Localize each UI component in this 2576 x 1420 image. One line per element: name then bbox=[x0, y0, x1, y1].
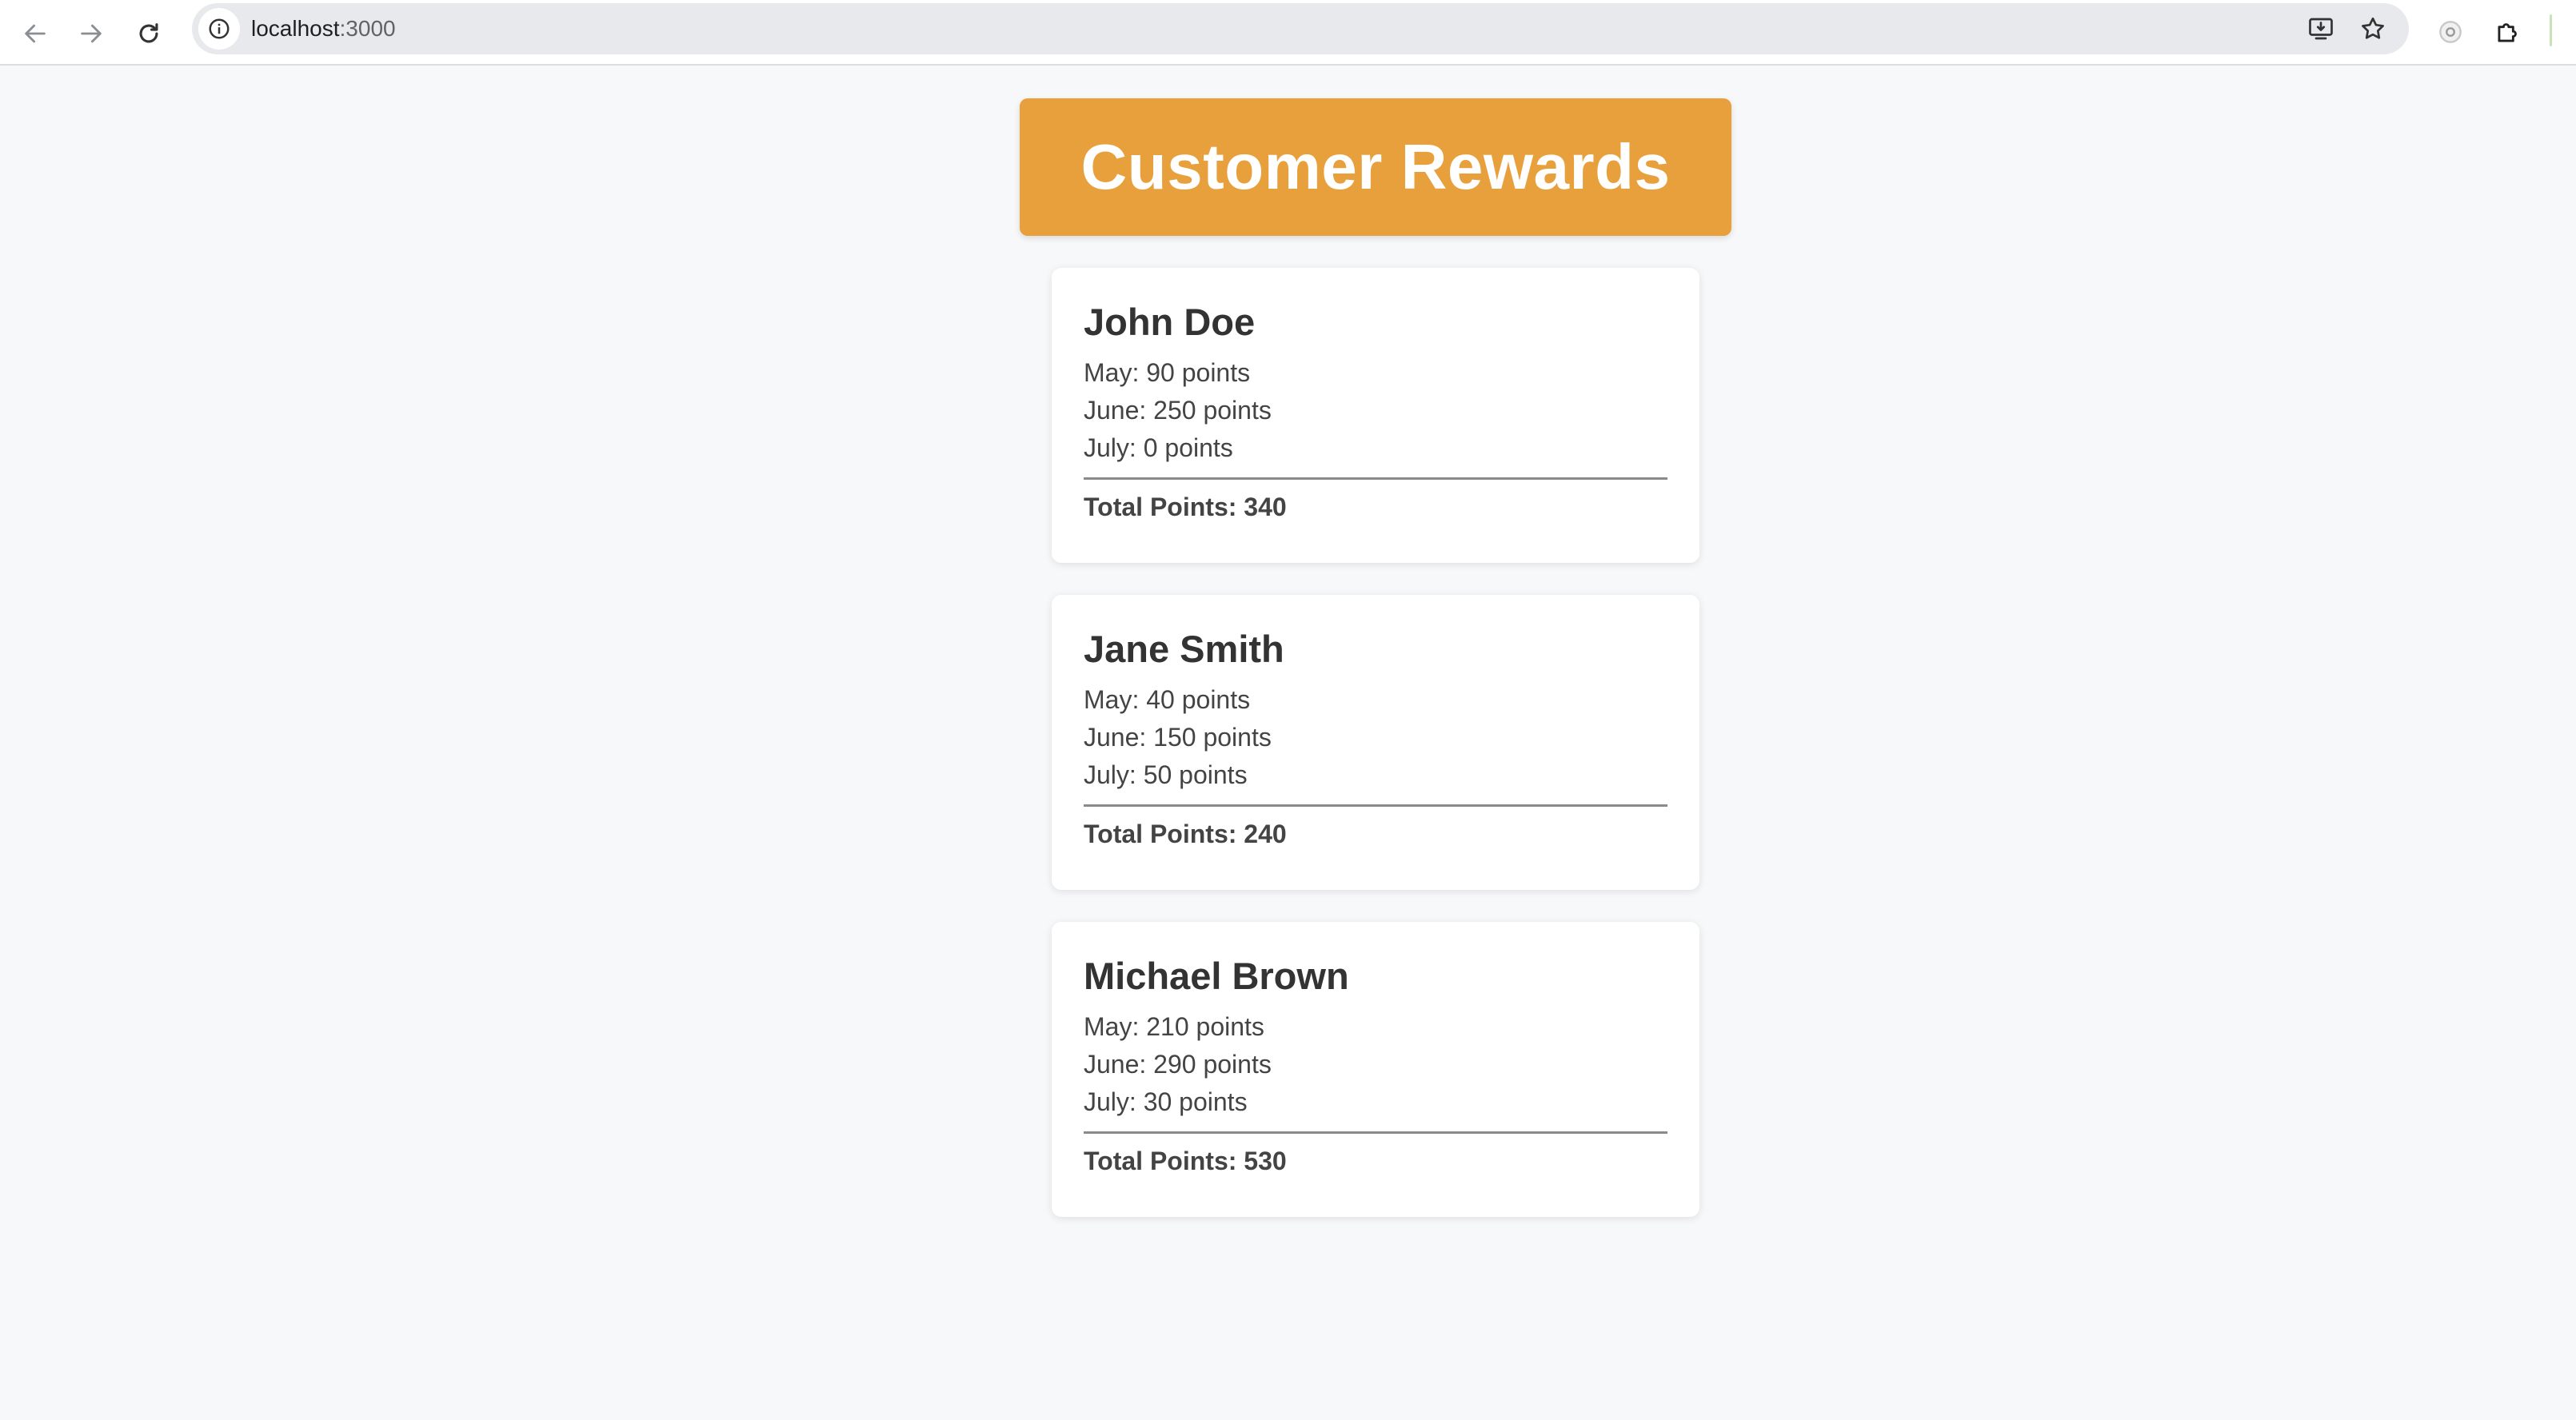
card-divider bbox=[1084, 804, 1667, 807]
star-icon bbox=[2362, 17, 2384, 39]
total-points: Total Points: 340 bbox=[1084, 493, 1287, 521]
customer-name: Michael Brown bbox=[1084, 955, 1349, 997]
forward-button[interactable] bbox=[66, 8, 117, 59]
arrow-left-icon bbox=[25, 24, 46, 43]
reload-button[interactable] bbox=[123, 8, 174, 59]
install-app-icon bbox=[2309, 18, 2333, 40]
month-points: July: 0 points bbox=[1084, 433, 1233, 462]
address-bar[interactable]: localhost:3000 bbox=[192, 3, 2409, 54]
month-points: May: 40 points bbox=[1084, 685, 1251, 714]
total-points: Total Points: 530 bbox=[1084, 1147, 1287, 1175]
month-points: June: 250 points bbox=[1084, 396, 1272, 425]
site-info-button[interactable] bbox=[198, 8, 240, 50]
header-banner: Customer Rewards bbox=[1020, 98, 1731, 236]
total-points: Total Points: 240 bbox=[1084, 820, 1287, 848]
month-points: May: 210 points bbox=[1084, 1012, 1264, 1041]
puzzle-icon bbox=[2498, 23, 2517, 42]
customer-name: John Doe bbox=[1084, 301, 1256, 343]
card-divider bbox=[1084, 477, 1667, 480]
customer-card: John Doe May: 90 points June: 250 points… bbox=[1052, 268, 1699, 563]
url-host: localhost bbox=[251, 16, 340, 41]
month-points: June: 150 points bbox=[1084, 723, 1272, 752]
toolbar-divider bbox=[2550, 14, 2552, 46]
back-button[interactable] bbox=[10, 8, 61, 59]
arrow-right-icon bbox=[81, 24, 102, 43]
customer-name: Jane Smith bbox=[1084, 628, 1284, 670]
url-port: :3000 bbox=[339, 16, 396, 41]
customer-card: Michael Brown May: 210 points June: 290 … bbox=[1052, 922, 1699, 1217]
customer-card: Jane Smith May: 40 points June: 150 poin… bbox=[1052, 595, 1699, 890]
install-app-button[interactable] bbox=[2302, 10, 2340, 48]
reload-icon bbox=[139, 23, 158, 43]
page-title: Customer Rewards bbox=[1080, 131, 1671, 202]
info-circle-icon bbox=[209, 18, 230, 39]
bookmark-button[interactable] bbox=[2354, 10, 2392, 48]
extensions-button[interactable] bbox=[2486, 10, 2530, 54]
month-points: July: 30 points bbox=[1084, 1087, 1248, 1116]
month-points: June: 290 points bbox=[1084, 1050, 1272, 1079]
browser-toolbar: localhost:3000 bbox=[0, 0, 2576, 66]
profile-icon bbox=[2439, 21, 2462, 43]
card-divider bbox=[1084, 1131, 1667, 1134]
month-points: July: 50 points bbox=[1084, 760, 1248, 789]
month-points: May: 90 points bbox=[1084, 358, 1251, 387]
page-content: Customer Rewards John Doe May: 90 points… bbox=[0, 67, 2576, 1420]
profile-button[interactable] bbox=[2428, 10, 2473, 54]
url-text[interactable]: localhost:3000 bbox=[251, 3, 396, 54]
